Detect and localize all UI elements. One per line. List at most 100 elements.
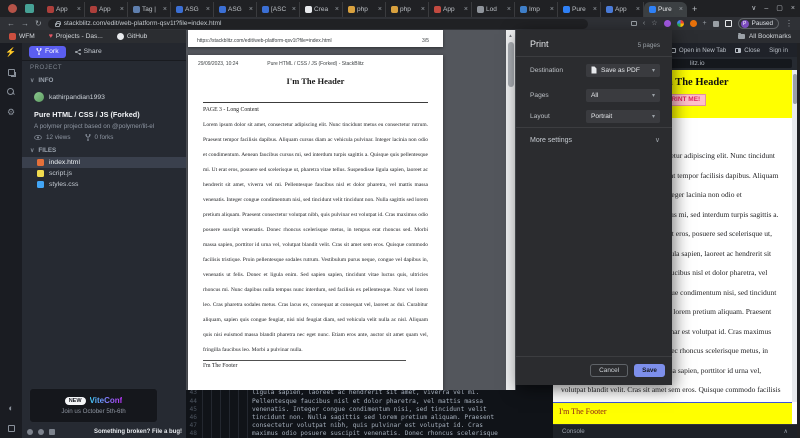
file-a-bug-link[interactable]: Something broken? File a bug! bbox=[94, 429, 182, 435]
more-settings-toggle[interactable]: More settings ∨ bbox=[530, 133, 660, 147]
browser-tab[interactable]: Imp × bbox=[515, 2, 558, 17]
tab-close-icon[interactable]: × bbox=[77, 6, 81, 13]
cancel-button[interactable]: Cancel bbox=[590, 364, 629, 377]
extension-icon[interactable] bbox=[689, 20, 697, 27]
extension-icon[interactable] bbox=[663, 20, 671, 27]
info-section-header[interactable]: ∨ INFO bbox=[22, 71, 186, 84]
preview-scrollbar[interactable] bbox=[792, 70, 797, 402]
file-tree-item[interactable]: index.html bbox=[22, 157, 186, 168]
share-button[interactable]: Share bbox=[74, 48, 102, 55]
sign-in-button[interactable]: Sign in bbox=[769, 47, 788, 54]
browser-tab[interactable]: Crea × bbox=[300, 2, 343, 17]
maximize-icon[interactable]: ▢ bbox=[776, 4, 783, 12]
scrollbar-thumb[interactable] bbox=[792, 74, 797, 104]
open-in-new-tab-label: Open in New Tab bbox=[678, 46, 727, 54]
project-icon[interactable] bbox=[7, 69, 15, 76]
tab-close-icon[interactable]: × bbox=[335, 6, 339, 13]
tab-close-icon[interactable]: × bbox=[378, 6, 382, 13]
share-page-icon[interactable]: ‹ bbox=[643, 20, 645, 27]
github-icon[interactable] bbox=[38, 429, 44, 435]
extension-icon[interactable]: + bbox=[703, 20, 707, 27]
close-preview-button[interactable]: Close bbox=[735, 47, 760, 54]
tab-close-icon[interactable]: × bbox=[163, 6, 167, 13]
tab-close-icon[interactable]: × bbox=[593, 6, 597, 13]
minimize-icon[interactable]: – bbox=[764, 5, 768, 12]
close-window-icon[interactable]: × bbox=[791, 5, 795, 12]
code-line[interactable]: 43 ligula sapien, laoreet ac hendrerit s… bbox=[186, 388, 553, 398]
new-tab-button[interactable]: + bbox=[692, 4, 697, 14]
destination-select[interactable]: Save as PDF ▾ bbox=[586, 63, 660, 77]
browser-tab[interactable]: Pure × bbox=[644, 2, 687, 17]
file-tree-item[interactable]: script.js bbox=[22, 168, 186, 179]
reload-icon[interactable]: ↻ bbox=[35, 19, 42, 28]
files-section-header[interactable]: ∨ FILES bbox=[22, 141, 186, 154]
file-type-icon bbox=[37, 159, 44, 166]
browser-tab[interactable]: ASG × bbox=[171, 2, 214, 17]
side-panel-icon[interactable] bbox=[724, 20, 732, 27]
forward-icon[interactable]: → bbox=[21, 19, 29, 28]
tab-close-icon[interactable]: × bbox=[679, 6, 683, 13]
extensions-puzzle-icon[interactable] bbox=[712, 20, 719, 27]
pinned-tab-icon[interactable] bbox=[25, 4, 34, 13]
tab-search-icon[interactable]: ∨ bbox=[751, 4, 756, 12]
fork-button[interactable]: Fork bbox=[29, 45, 66, 58]
layout-toggle-icon[interactable] bbox=[7, 425, 15, 432]
tab-close-icon[interactable]: × bbox=[550, 6, 554, 13]
code-line[interactable]: 46 tincidunt non. Nulla sagittis sed lor… bbox=[186, 413, 553, 422]
theme-toggle-icon[interactable]: ◐ bbox=[8, 404, 13, 413]
browser-tab[interactable]: App × bbox=[85, 2, 128, 17]
browser-tab[interactable]: Pure × bbox=[558, 2, 601, 17]
tab-close-icon[interactable]: × bbox=[292, 6, 296, 13]
browser-tab[interactable]: App × bbox=[429, 2, 472, 17]
pinned-tab-icon[interactable] bbox=[8, 4, 17, 13]
console-bar[interactable]: Console ∧ bbox=[553, 424, 797, 438]
address-bar[interactable]: stackblitz.com/edit/web-platform-qsv1t?f… bbox=[47, 18, 588, 29]
bookmark-star-icon[interactable]: ☆ bbox=[651, 20, 657, 27]
user-row[interactable]: kathirpandian1993 bbox=[22, 84, 186, 102]
back-icon[interactable]: ← bbox=[7, 19, 15, 28]
layout-select[interactable]: Portrait ▾ bbox=[586, 109, 660, 123]
search-icon[interactable] bbox=[7, 88, 15, 96]
tab-close-icon[interactable]: × bbox=[120, 6, 124, 13]
browser-tab[interactable]: App × bbox=[601, 2, 644, 17]
browser-tab[interactable]: php × bbox=[343, 2, 386, 17]
cast-icon[interactable] bbox=[630, 21, 637, 26]
browser-tab[interactable]: [ASC × bbox=[257, 2, 300, 17]
save-button[interactable]: Save bbox=[634, 364, 665, 377]
browser-tab[interactable]: Lod × bbox=[472, 2, 515, 17]
browser-tab[interactable]: App × bbox=[42, 2, 85, 17]
tab-close-icon[interactable]: × bbox=[464, 6, 468, 13]
tab-close-icon[interactable]: × bbox=[206, 6, 210, 13]
browser-tab[interactable]: ASG × bbox=[214, 2, 257, 17]
settings-gear-icon[interactable]: ⚙ bbox=[7, 108, 15, 117]
stackblitz-logo-icon[interactable]: ⚡ bbox=[5, 48, 16, 57]
bookmark-item[interactable]: WFM bbox=[9, 33, 35, 40]
print-preview-scrollbar[interactable]: ▲ bbox=[506, 30, 515, 390]
browser-tab[interactable]: php × bbox=[386, 2, 429, 17]
file-tree-item[interactable]: styles.css bbox=[22, 179, 186, 190]
tab-close-icon[interactable]: × bbox=[636, 6, 640, 13]
chevron-up-icon[interactable]: ∧ bbox=[783, 428, 788, 435]
viteconf-banner[interactable]: NEW ViteConf Join us October 5th-6th bbox=[29, 388, 158, 423]
pages-select[interactable]: All ▾ bbox=[586, 88, 660, 102]
all-bookmarks-button[interactable]: All Bookmarks bbox=[737, 32, 791, 40]
email-icon[interactable] bbox=[49, 429, 55, 435]
open-in-new-tab-button[interactable]: Open in New Tab bbox=[670, 46, 727, 54]
code-line[interactable]: 44 Pellentesque faucibus nisl et dolor p… bbox=[186, 397, 553, 406]
menu-kebab-icon[interactable]: ⋮ bbox=[785, 20, 793, 28]
bookmark-item[interactable]: GitHub bbox=[116, 33, 147, 40]
tab-close-icon[interactable]: × bbox=[421, 6, 425, 13]
code-line[interactable]: 47 consectetur volutpat nibh, quis pulvi… bbox=[186, 421, 553, 430]
extension-icon[interactable] bbox=[676, 20, 684, 27]
file-type-icon bbox=[37, 170, 44, 177]
bookmark-item[interactable]: ♥ Projects - Das... bbox=[49, 33, 103, 40]
code-line[interactable]: 45 venenatis. Integer congue condimentum… bbox=[186, 405, 553, 414]
twitter-icon[interactable] bbox=[27, 429, 33, 435]
code-line[interactable]: 48 maximus odio posuere suscipit venenat… bbox=[186, 429, 553, 438]
scroll-up-arrow-icon[interactable]: ▲ bbox=[506, 30, 515, 40]
browser-tab[interactable]: Tag | × bbox=[128, 2, 171, 17]
tab-close-icon[interactable]: × bbox=[507, 6, 511, 13]
profile-button[interactable]: P Paused bbox=[737, 18, 779, 29]
tab-close-icon[interactable]: × bbox=[249, 6, 253, 13]
scrollbar-thumb[interactable] bbox=[507, 42, 514, 87]
